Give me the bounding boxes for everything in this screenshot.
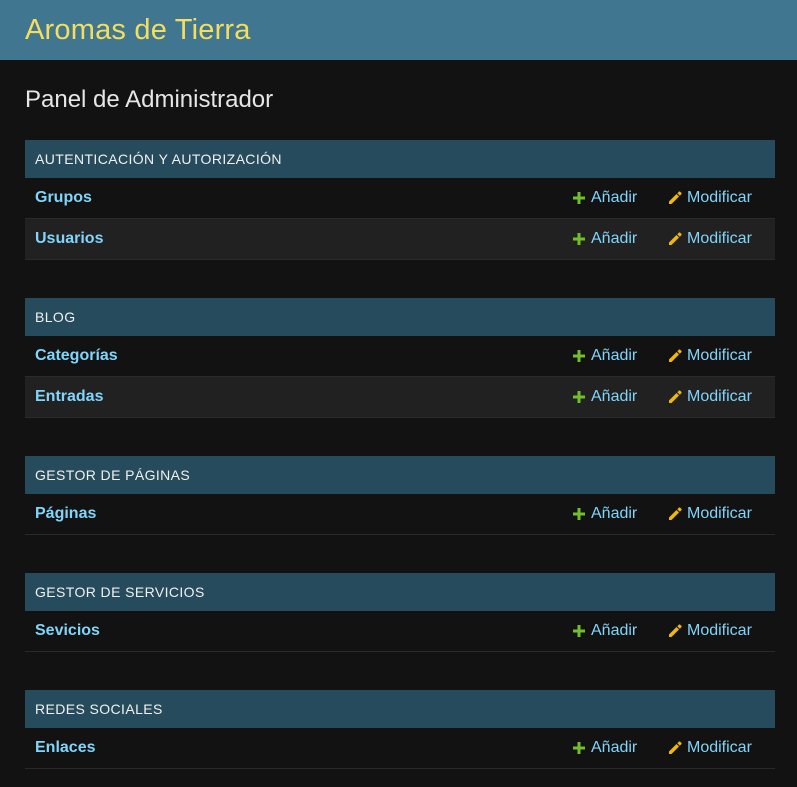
model-row-sevicios: Sevicios Añadir Modificar (25, 611, 775, 652)
change-button[interactable]: Modificar (668, 505, 775, 523)
add-label: Añadir (591, 230, 638, 247)
model-link-entradas[interactable]: Entradas (35, 388, 572, 406)
module-gestor-de-paginas: GESTOR DE PÁGINAS Páginas Añadir Modificar (25, 456, 775, 535)
change-label: Modificar (687, 739, 752, 756)
add-label: Añadir (591, 505, 638, 522)
add-button[interactable]: Añadir (572, 230, 668, 248)
pencil-icon (668, 191, 682, 205)
pencil-icon (668, 232, 682, 246)
model-row-grupos: Grupos Añadir Modificar (25, 178, 775, 219)
change-button[interactable]: Modificar (668, 230, 775, 248)
module-blog: BLOG Categorías Añadir Modificar Entradas Aña… (25, 298, 775, 418)
change-button[interactable]: Modificar (668, 739, 775, 757)
site-title[interactable]: Aromas de Tierra (25, 14, 251, 47)
model-row-categorias: Categorías Añadir Modificar (25, 336, 775, 377)
model-link-categorias[interactable]: Categorías (35, 347, 572, 365)
add-label: Añadir (591, 739, 638, 756)
plus-icon (572, 741, 586, 755)
pencil-icon (668, 349, 682, 363)
add-button[interactable]: Añadir (572, 622, 668, 640)
change-label: Modificar (687, 230, 752, 247)
model-link-paginas[interactable]: Páginas (35, 505, 572, 523)
main-content: Panel de Administrador AUTENTICACIÓN Y A… (0, 87, 797, 769)
model-row-entradas: Entradas Añadir Modificar (25, 377, 775, 418)
add-label: Añadir (591, 622, 638, 639)
change-label: Modificar (687, 189, 752, 206)
model-link-grupos[interactable]: Grupos (35, 189, 572, 207)
add-button[interactable]: Añadir (572, 505, 668, 523)
page-title: Panel de Administrador (25, 86, 274, 113)
module-autenticacion-y-autorizacion: AUTENTICACIÓN Y AUTORIZACIÓN Grupos Añadir… (25, 140, 775, 260)
change-label: Modificar (687, 347, 752, 364)
pencil-icon (668, 741, 682, 755)
plus-icon (572, 349, 586, 363)
module-caption[interactable]: GESTOR DE SERVICIOS (25, 573, 775, 611)
model-link-enlaces[interactable]: Enlaces (35, 739, 572, 757)
add-button[interactable]: Añadir (572, 347, 668, 365)
module-caption[interactable]: GESTOR DE PÁGINAS (25, 456, 775, 494)
pencil-icon (668, 507, 682, 521)
pencil-icon (668, 390, 682, 404)
site-header: Aromas de Tierra (0, 0, 797, 60)
add-button[interactable]: Añadir (572, 388, 668, 406)
change-button[interactable]: Modificar (668, 622, 775, 640)
model-row-enlaces: Enlaces Añadir Modificar (25, 728, 775, 769)
plus-icon (572, 507, 586, 521)
add-button[interactable]: Añadir (572, 739, 668, 757)
app-list: AUTENTICACIÓN Y AUTORIZACIÓN Grupos Añadir… (25, 140, 775, 769)
change-button[interactable]: Modificar (668, 189, 775, 207)
model-row-paginas: Páginas Añadir Modificar (25, 494, 775, 535)
plus-icon (572, 191, 586, 205)
module-caption[interactable]: AUTENTICACIÓN Y AUTORIZACIÓN (25, 140, 775, 178)
change-button[interactable]: Modificar (668, 388, 775, 406)
model-link-usuarios[interactable]: Usuarios (35, 230, 572, 248)
change-button[interactable]: Modificar (668, 347, 775, 365)
add-label: Añadir (591, 347, 638, 364)
model-link-sevicios[interactable]: Sevicios (35, 622, 572, 640)
plus-icon (572, 232, 586, 246)
module-redes-sociales: REDES SOCIALES Enlaces Añadir Modificar (25, 690, 775, 769)
module-caption[interactable]: BLOG (25, 298, 775, 336)
change-label: Modificar (687, 622, 752, 639)
model-row-usuarios: Usuarios Añadir Modificar (25, 219, 775, 260)
module-caption[interactable]: REDES SOCIALES (25, 690, 775, 728)
add-label: Añadir (591, 189, 638, 206)
change-label: Modificar (687, 505, 752, 522)
plus-icon (572, 390, 586, 404)
pencil-icon (668, 624, 682, 638)
add-label: Añadir (591, 388, 638, 405)
add-button[interactable]: Añadir (572, 189, 668, 207)
change-label: Modificar (687, 388, 752, 405)
plus-icon (572, 624, 586, 638)
module-gestor-de-servicios: GESTOR DE SERVICIOS Sevicios Añadir Modific… (25, 573, 775, 652)
